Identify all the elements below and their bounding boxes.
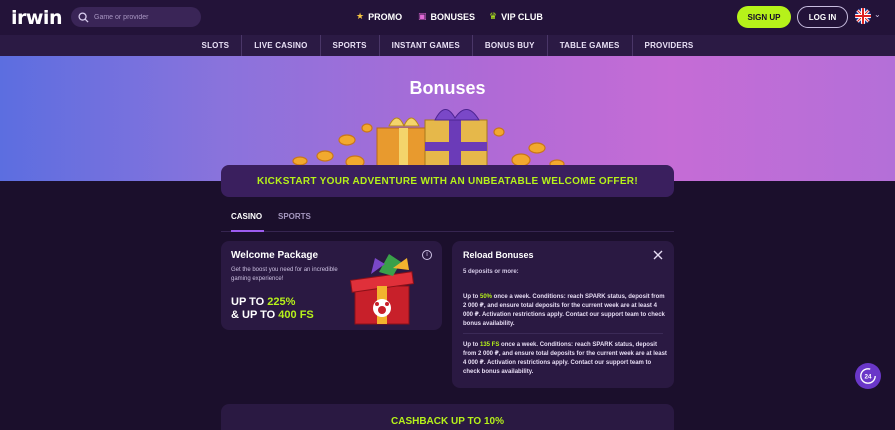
p2-value: 135 FS [480,342,500,348]
welcome-percent: 225% [267,296,296,308]
signup-button[interactable]: SIGN UP [737,6,791,28]
search-icon [78,11,89,23]
red-gift-icon [349,254,415,325]
p1-prefix: Up to [463,294,480,300]
p1-value: 50% [480,294,493,300]
reload-subtitle: 5 deposits or more: [463,269,519,275]
search-box[interactable] [71,7,201,27]
welcome-line2-prefix: & UP TO [231,309,279,321]
welcome-description: Get the boost you need for an incredible… [231,267,338,282]
category-instant-games[interactable]: INSTANT GAMES [380,35,473,56]
welcome-title: Welcome Package [231,250,319,261]
bonus-tabs: CASINO SPORTS [221,208,674,232]
reload-condition-percent: Up to 50% once a week. Conditions: reach… [463,293,667,329]
page-title: Bonuses [409,78,486,98]
reload-bonuses-card: Reload Bonuses 5 deposits or more: Up to… [452,241,674,388]
support-icon: 24 [860,368,876,384]
login-button[interactable]: LOG IN [797,6,848,28]
search-input[interactable] [94,13,194,21]
nav-vip-club-label: VIP CLUB [501,11,543,22]
p2-prefix: Up to [463,342,480,348]
cashback-label: CASHBACK UP TO 10% [391,416,504,427]
support-24-button[interactable]: 24 [855,363,881,389]
welcome-amount: UP TO 225% & UP TO 400 FS [231,296,314,322]
nav-bonuses-label: BONUSES [430,11,476,22]
welcome-offer-banner: KICKSTART YOUR ADVENTURE WITH AN UNBEATA… [221,165,674,197]
category-providers[interactable]: PROVIDERS [633,35,706,56]
close-icon[interactable] [652,249,664,261]
category-bonus-buy[interactable]: BONUS BUY [473,35,548,56]
cashback-card[interactable]: CASHBACK UP TO 10% [221,404,674,430]
welcome-package-card[interactable]: Welcome Package Get the boost you need f… [221,241,442,330]
category-live-casino[interactable]: LIVE CASINO [242,35,321,56]
nav-vip-club[interactable]: ♛ VIP CLUB [489,11,543,22]
crown-icon: ♛ [489,11,498,21]
support-badge-text: 24 [864,374,872,381]
tab-sports[interactable]: SPORTS [278,212,311,221]
category-sports[interactable]: SPORTS [321,35,380,56]
logo[interactable]: irwin [11,7,62,29]
active-tab-indicator [231,230,264,232]
gift-icon: ▣ [418,11,427,21]
top-header: irwin ★ PROMO ▣ BONUSES ♛ VIP CLUB SIGN … [0,0,895,35]
welcome-line1-prefix: UP TO [231,296,268,308]
divider [463,333,663,334]
star-icon: ★ [356,11,365,21]
category-table-games[interactable]: TABLE GAMES [548,35,633,56]
tab-casino[interactable]: CASINO [231,212,262,221]
category-slots[interactable]: SLOTS [190,35,243,56]
nav-bonuses[interactable]: ▣ BONUSES [418,11,475,22]
nav-promo[interactable]: ★ PROMO [356,11,402,22]
nav-promo-label: PROMO [368,11,403,22]
chevron-down-icon[interactable]: ⌄ [874,10,881,19]
category-nav: SLOTS LIVE CASINO SPORTS INSTANT GAMES B… [0,35,895,56]
uk-flag-icon[interactable] [855,8,871,24]
info-icon[interactable]: i [422,250,432,260]
reload-title: Reload Bonuses [463,250,534,260]
hero-banner: Bonuses [0,56,895,181]
welcome-free-spins: 400 FS [278,309,314,321]
p1-text: once a week. Conditions: reach SPARK sta… [463,294,665,327]
reload-condition-fs: Up to 135 FS once a week. Conditions: re… [463,341,667,377]
